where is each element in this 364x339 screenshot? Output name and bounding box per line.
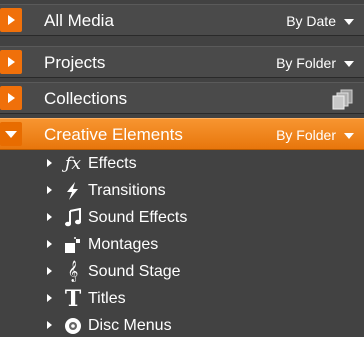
expand-arrow-icon xyxy=(8,15,15,25)
lightning-icon xyxy=(67,182,78,200)
expand-arrow-icon[interactable] xyxy=(47,186,52,194)
expand-arrow-icon xyxy=(8,57,15,67)
tree-item-sound-effects[interactable]: Sound Effects xyxy=(0,204,364,231)
expand-arrow-icon[interactable] xyxy=(47,240,52,248)
treble-clef-icon: 𝄞 xyxy=(67,261,79,282)
header-collections[interactable]: Collections xyxy=(0,82,364,114)
header-all-media[interactable]: All Media By Date xyxy=(0,4,364,36)
expand-arrow-icon[interactable] xyxy=(47,321,52,329)
tree-item-disc-menus[interactable]: Disc Menus xyxy=(0,312,364,339)
expand-arrow-icon xyxy=(8,93,15,103)
tree-item-label: Montages xyxy=(88,236,159,253)
expand-arrow-icon[interactable] xyxy=(47,159,52,167)
header-title: All Media xyxy=(44,11,114,30)
chevron-down-icon[interactable] xyxy=(344,61,354,67)
header-creative-elements[interactable]: Creative Elements By Folder xyxy=(0,118,364,150)
tree-item-label: Titles xyxy=(88,290,126,307)
chevron-down-icon[interactable] xyxy=(344,133,354,139)
header-title: Collections xyxy=(44,89,128,108)
tree-item-transitions[interactable]: Transitions xyxy=(0,177,364,204)
tree-item-label: Transitions xyxy=(88,182,166,199)
title-t-icon: T xyxy=(64,286,82,312)
header-title: Projects xyxy=(44,53,106,72)
tree-item-label: Sound Effects xyxy=(88,209,188,226)
tree-item-sound-stage[interactable]: 𝄞 Sound Stage xyxy=(0,258,364,285)
music-note-icon xyxy=(65,208,81,227)
tree-item-effects[interactable]: ƒx Effects xyxy=(0,150,364,177)
montage-icon xyxy=(65,237,80,253)
expand-tab[interactable] xyxy=(0,8,22,32)
tree-item-titles[interactable]: T Titles xyxy=(0,285,364,312)
expand-tab[interactable] xyxy=(0,86,22,110)
tree-item-montages[interactable]: Montages xyxy=(0,231,364,258)
expand-arrow-icon[interactable] xyxy=(47,267,52,275)
tree-item-label: Effects xyxy=(88,155,137,172)
stacked-media-icon[interactable] xyxy=(332,88,354,110)
header-projects[interactable]: Projects By Folder xyxy=(0,46,364,78)
sort-dropdown[interactable]: By Folder xyxy=(276,127,336,143)
tree-item-label: Sound Stage xyxy=(88,263,181,280)
expand-arrow-icon[interactable] xyxy=(47,213,52,221)
collapse-tab[interactable] xyxy=(0,122,22,146)
chevron-down-icon[interactable] xyxy=(344,19,354,25)
library-panel: All Media By Date Projects By Folder Col… xyxy=(0,0,364,337)
tree-item-label: Disc Menus xyxy=(88,317,172,334)
collapse-arrow-icon xyxy=(5,131,17,138)
expand-arrow-icon[interactable] xyxy=(47,294,52,302)
sort-dropdown[interactable]: By Date xyxy=(286,13,336,29)
disc-icon xyxy=(65,318,81,334)
header-title: Creative Elements xyxy=(44,125,183,144)
expand-tab[interactable] xyxy=(0,50,22,74)
fx-icon: ƒx xyxy=(65,154,81,174)
sort-dropdown[interactable]: By Folder xyxy=(276,55,336,71)
